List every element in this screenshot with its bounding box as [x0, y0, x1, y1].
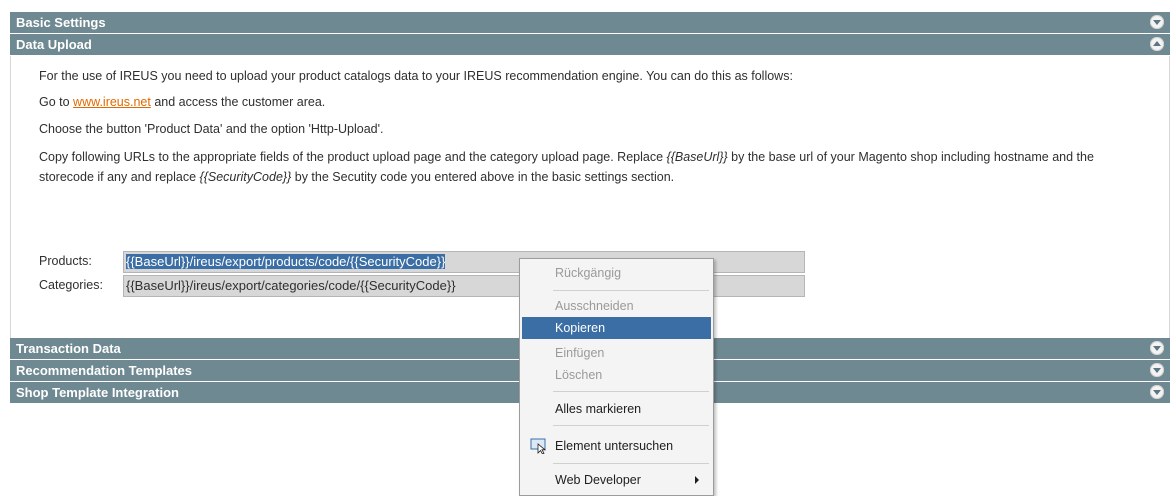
submenu-arrow-icon	[695, 476, 699, 484]
products-label: Products:	[39, 254, 92, 268]
selected-url-text: {{BaseUrl}}/ireus/export/products/code/{…	[126, 254, 446, 269]
menu-separator	[553, 425, 709, 426]
menu-item-label: Web Developer	[555, 473, 641, 487]
expand-icon[interactable]	[1150, 385, 1164, 399]
collapse-icon[interactable]	[1150, 37, 1164, 51]
expand-icon[interactable]	[1150, 363, 1164, 377]
url-text: {{BaseUrl}}/ireus/export/categories/code…	[126, 278, 456, 293]
menu-separator	[553, 391, 709, 392]
expand-icon[interactable]	[1150, 15, 1164, 29]
menu-item-paste[interactable]: Einfügen	[522, 342, 711, 364]
menu-item-copy[interactable]: Kopieren	[522, 317, 711, 339]
menu-item-delete[interactable]: Löschen	[522, 364, 711, 386]
categories-label: Categories:	[39, 278, 103, 292]
menu-item-undo[interactable]: Rückgängig	[522, 262, 711, 284]
section-title: Transaction Data	[16, 341, 121, 356]
section-title: Shop Template Integration	[16, 385, 179, 400]
context-menu: Rückgängig Ausschneiden Kopieren Einfüge…	[519, 258, 714, 496]
section-header-data-upload[interactable]: Data Upload	[10, 34, 1170, 56]
section-title: Recommendation Templates	[16, 363, 193, 378]
instruction-text: Copy following URLs to the appropriate f…	[39, 150, 1094, 184]
menu-item-select-all[interactable]: Alles markieren	[522, 398, 711, 420]
inspect-icon	[530, 438, 547, 454]
menu-separator	[553, 290, 709, 291]
categories-url-row: Categories: {{BaseUrl}}/ireus/export/cat…	[39, 275, 805, 297]
instruction-text: For the use of IREUS you need to upload …	[39, 69, 793, 83]
section-title: Basic Settings	[16, 15, 106, 30]
instruction-text: Choose the button 'Product Data' and the…	[39, 122, 384, 136]
menu-item-label: Element untersuchen	[555, 439, 674, 453]
section-title: Data Upload	[16, 37, 92, 52]
section-header-basic-settings[interactable]: Basic Settings	[10, 12, 1170, 34]
ireus-link[interactable]: www.ireus.net	[73, 95, 151, 109]
menu-item-cut[interactable]: Ausschneiden	[522, 295, 711, 317]
products-url-row: Products: {{BaseUrl}}/ireus/export/produ…	[39, 251, 805, 273]
instruction-text: Go to www.ireus.net and access the custo…	[39, 95, 326, 109]
expand-icon[interactable]	[1150, 341, 1164, 355]
menu-item-web-developer[interactable]: Web Developer	[522, 469, 711, 491]
menu-separator	[553, 463, 709, 464]
menu-item-inspect-element[interactable]: Element untersuchen	[522, 435, 711, 457]
